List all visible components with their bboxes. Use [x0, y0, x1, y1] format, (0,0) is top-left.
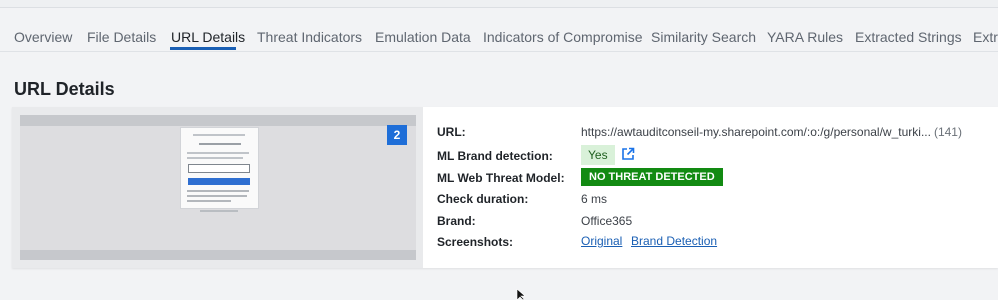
thumbnail-text-line [199, 143, 241, 145]
screenshot-brand-detection-link[interactable]: Brand Detection [631, 234, 717, 248]
thumbnail-text-line [187, 152, 249, 154]
tab-bar: Overview File Details URL Details Threat… [0, 24, 998, 52]
thumbnail-text-line [187, 157, 243, 159]
thumbnail-text-line [187, 200, 231, 202]
thumbnail-top-bar [20, 115, 416, 126]
screenshot-panel: 2 [12, 107, 423, 268]
mouse-cursor-icon [516, 289, 526, 300]
tab-overview[interactable]: Overview [14, 29, 72, 45]
section-title: URL Details [14, 79, 115, 99]
web-threat-model-status: NO THREAT DETECTED [581, 168, 723, 186]
screenshot-count-badge: 2 [387, 125, 407, 145]
tab-threat-indicators[interactable]: Threat Indicators [257, 29, 362, 45]
tab-extra[interactable]: Extra [973, 29, 998, 45]
thumbnail-text-line [187, 190, 249, 192]
thumbnail-footer-line [200, 210, 238, 212]
thumbnail-button [188, 178, 250, 185]
web-threat-model-label: ML Web Threat Model: [437, 171, 565, 185]
thumbnail-login-card [180, 127, 259, 209]
url-occurrence-count: (141) [933, 125, 962, 139]
active-tab-indicator [170, 47, 236, 50]
thumbnail-bottom-bar [20, 250, 416, 260]
top-bar [0, 0, 998, 8]
tab-extracted-strings[interactable]: Extracted Strings [855, 29, 962, 45]
thumbnail-input [188, 164, 250, 173]
url-text: https://awtauditconseil-my.sharepoint.co… [581, 125, 931, 139]
brand-detection-label: ML Brand detection: [437, 149, 553, 163]
tab-emulation-data[interactable]: Emulation Data [375, 29, 471, 45]
brand-value: Office365 [581, 214, 633, 228]
external-link-icon[interactable] [621, 147, 635, 161]
brand-label: Brand: [437, 214, 476, 228]
tab-url-details[interactable]: URL Details [171, 29, 245, 45]
url-value: https://awtauditconseil-my.sharepoint.co… [581, 125, 962, 139]
thumbnail-text-line [187, 195, 247, 197]
url-details-card: 2 URL: https://awtauditconseil-my.sharep… [12, 107, 998, 268]
check-duration-value: 6 ms [581, 192, 608, 206]
screenshot-thumbnail[interactable] [20, 115, 416, 260]
tab-file-details[interactable]: File Details [87, 29, 156, 45]
screenshot-original-link[interactable]: Original [581, 234, 622, 248]
url-label: URL: [437, 125, 466, 139]
brand-detection-status: Yes [581, 145, 615, 165]
tab-yara-rules[interactable]: YARA Rules [767, 29, 843, 45]
tab-divider [0, 51, 998, 52]
check-duration-label: Check duration: [437, 192, 529, 206]
thumbnail-text-line [193, 134, 245, 136]
screenshots-label: Screenshots: [437, 235, 514, 249]
tab-similarity-search[interactable]: Similarity Search [651, 29, 756, 45]
tab-indicators-of-compromise[interactable]: Indicators of Compromise [483, 29, 643, 45]
